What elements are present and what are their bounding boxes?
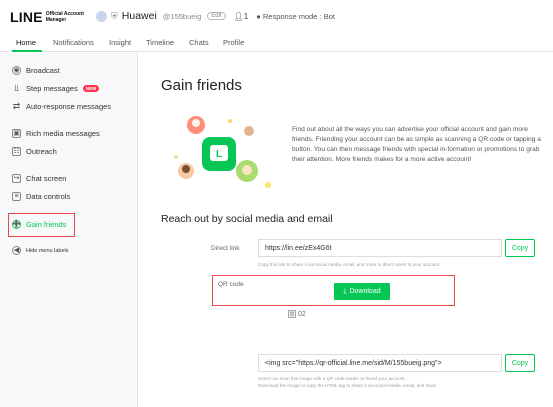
auto-response-icon: ⇄ bbox=[12, 101, 21, 111]
shield-icon: ⛨ bbox=[111, 10, 118, 21]
sidebar: ◉ Broadcast ⫫ Step messages NEW ⇄ Auto-r… bbox=[0, 53, 138, 407]
direct-link-hint: Copy this link to share it via social me… bbox=[258, 262, 441, 267]
broadcast-icon: ◉ bbox=[12, 66, 21, 75]
sidebar-item-step-messages[interactable]: ⫫ Step messages NEW bbox=[12, 83, 100, 93]
sidebar-item-broadcast[interactable]: ◉ Broadcast bbox=[12, 66, 60, 75]
sidebar-item-label: Auto-response messages bbox=[26, 102, 112, 111]
top-bar: LINE Official Account Manager ⛨ Huawei @1… bbox=[0, 0, 553, 34]
tab-chats[interactable]: Chats bbox=[189, 38, 209, 47]
sidebar-item-data-controls[interactable]: ≡ Data controls bbox=[12, 192, 70, 201]
outreach-icon: ☷ bbox=[12, 147, 21, 156]
embed-hint: Users can scan this image with a QR code… bbox=[258, 376, 438, 388]
tab-profile[interactable]: Profile bbox=[223, 38, 244, 47]
sidebar-item-chat-screen[interactable]: ↪ Chat screen bbox=[12, 174, 66, 183]
chat-screen-icon: ↪ bbox=[12, 174, 21, 183]
embed-code-field[interactable]: <img src="https://qr-official.line.me/si… bbox=[258, 354, 502, 372]
sidebar-item-label: Outreach bbox=[26, 147, 57, 156]
page-title: Gain friends bbox=[161, 77, 242, 94]
response-mode: ● Response mode : Bot bbox=[256, 11, 335, 21]
sidebar-item-rich-media[interactable]: ▣ Rich media messages bbox=[12, 129, 100, 138]
sidebar-item-label: Rich media messages bbox=[26, 129, 100, 138]
tab-home[interactable]: Home bbox=[16, 38, 36, 47]
copy-embed-button[interactable]: Copy bbox=[505, 354, 535, 372]
tab-insight[interactable]: Insight bbox=[109, 38, 131, 47]
sidebar-item-label: Step messages bbox=[26, 84, 78, 93]
account-name: Huawei bbox=[121, 10, 157, 22]
sidebar-item-label: Gain friends bbox=[26, 220, 67, 229]
download-button-label: Download bbox=[349, 288, 381, 295]
intro-text: Find out about all the ways you can adve… bbox=[292, 126, 541, 163]
active-tab-indicator bbox=[12, 50, 42, 52]
rich-media-icon: ▣ bbox=[12, 129, 21, 138]
direct-link-label: Direct link bbox=[211, 245, 240, 252]
download-icon: ⤓ bbox=[343, 287, 347, 295]
logo-text: LINE bbox=[10, 9, 43, 25]
account-info[interactable]: ⛨ Huawei @155bueig Edit 👤︎1 ● Response m… bbox=[96, 10, 335, 22]
download-button[interactable]: ⤓ Download bbox=[334, 283, 390, 300]
tab-timeline[interactable]: Timeline bbox=[146, 38, 174, 47]
sidebar-item-label: Broadcast bbox=[26, 66, 60, 75]
sidebar-item-label: Hide menu labels bbox=[26, 247, 69, 254]
main-tabs: Home Notifications Insight Timeline Chat… bbox=[0, 34, 553, 52]
sidebar-item-outreach[interactable]: ☷ Outreach bbox=[12, 147, 57, 156]
sidebar-item-label: Chat screen bbox=[26, 174, 67, 183]
sidebar-item-hide-labels[interactable]: ◀ Hide menu labels bbox=[12, 246, 69, 255]
logo-subtitle: Official Account Manager bbox=[45, 11, 84, 23]
copy-link-button[interactable]: Copy bbox=[505, 239, 535, 257]
friends-illustration: L bbox=[174, 116, 271, 188]
gain-friends-icon: ➕ bbox=[12, 220, 21, 229]
embed-code-value: <img src="https://qr-official.line.me/si… bbox=[265, 359, 442, 367]
qr-code-image: ▨ 02 bbox=[288, 310, 306, 318]
hide-labels-icon: ◀ bbox=[12, 246, 21, 255]
tab-notifications[interactable]: Notifications bbox=[53, 38, 94, 47]
sidebar-item-gain-friends[interactable]: ➕ Gain friends bbox=[12, 220, 66, 229]
account-avatar bbox=[96, 10, 107, 22]
new-badge: NEW bbox=[82, 85, 100, 92]
qr-code-label: QR code bbox=[218, 281, 244, 288]
line-logo[interactable]: LINE Official Account Manager bbox=[10, 9, 84, 25]
section-title: Reach out by social media and email bbox=[161, 213, 333, 225]
broken-image-icon: ▨ bbox=[288, 310, 296, 318]
plan-tag[interactable]: Edit bbox=[207, 12, 226, 20]
step-messages-icon: ⫫ bbox=[13, 83, 20, 93]
members-count: 👤︎1 bbox=[233, 11, 249, 21]
svg-text:L: L bbox=[216, 149, 222, 160]
direct-link-field[interactable]: https://lin.ee/zEx4G6t bbox=[258, 239, 502, 257]
account-id: @155bueig bbox=[162, 11, 202, 21]
sidebar-item-label: Data controls bbox=[26, 192, 71, 201]
data-controls-icon: ≡ bbox=[12, 192, 21, 201]
direct-link-value: https://lin.ee/zEx4G6t bbox=[265, 244, 332, 252]
sidebar-item-auto-response[interactable]: ⇄ Auto-response messages bbox=[12, 101, 112, 112]
